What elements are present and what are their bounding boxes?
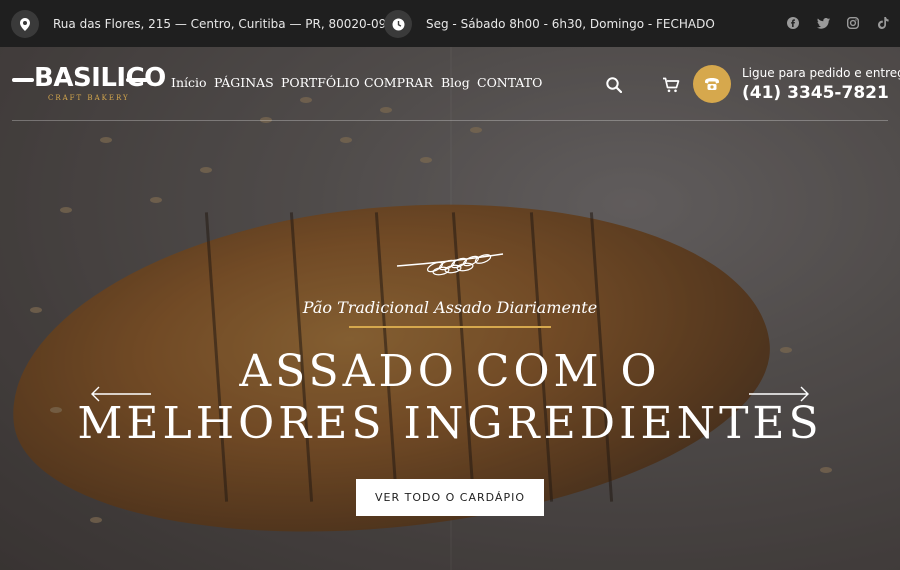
- nav-item-portfolio[interactable]: PORTFÓLIO: [281, 75, 360, 90]
- nav-item-comprar[interactable]: COMPRAR: [364, 75, 433, 90]
- cart-icon[interactable]: [660, 75, 682, 95]
- instagram-icon[interactable]: [845, 15, 861, 31]
- logo[interactable]: BASILICO CRAFT BAKERY: [12, 63, 166, 102]
- slider-prev-arrow-icon[interactable]: [90, 386, 152, 402]
- facebook-icon[interactable]: [785, 15, 801, 31]
- tagline-underline: [349, 326, 551, 328]
- rolling-pin-handle-right: [126, 78, 148, 82]
- address-item: Rua das Flores, 215 — Centro, Curitiba —…: [11, 10, 394, 38]
- twitter-icon[interactable]: [815, 15, 831, 31]
- call-label: Ligue para pedido e entrega: [742, 66, 900, 80]
- call-phone-number[interactable]: (41) 3345-7821: [742, 83, 889, 103]
- clock-icon: [384, 10, 412, 38]
- main-header: BASILICO CRAFT BAKERY Início PÁGINAS POR…: [0, 47, 900, 121]
- top-info-bar: Rua das Flores, 215 — Centro, Curitiba —…: [0, 0, 900, 47]
- wheat-icon: [396, 253, 504, 276]
- location-pin-icon: [11, 10, 39, 38]
- nav-item-blog[interactable]: Blog: [441, 75, 470, 90]
- slider-next-arrow-icon[interactable]: [748, 386, 810, 402]
- phone-icon[interactable]: [693, 65, 731, 103]
- search-icon[interactable]: [604, 75, 624, 95]
- address-text: Rua das Flores, 215 — Centro, Curitiba —…: [53, 17, 394, 31]
- rolling-pin-handle-left: [12, 78, 34, 82]
- nav-item-paginas[interactable]: PÁGINAS: [214, 75, 274, 90]
- tiktok-icon[interactable]: [875, 15, 891, 31]
- nav-item-contato[interactable]: CONTATO: [477, 75, 542, 90]
- hero-headline-line2: MELHORES INGREDIENTES: [77, 398, 823, 449]
- hours-item: Seg - Sábado 8h00 - 6h30, Domingo - FECH…: [384, 10, 715, 38]
- logo-tagline: CRAFT BAKERY: [48, 94, 130, 102]
- view-menu-button[interactable]: VER TODO O CARDÁPIO: [356, 479, 544, 516]
- nav-item-inicio[interactable]: Início: [171, 75, 207, 90]
- header-divider: [12, 120, 888, 121]
- hours-text: Seg - Sábado 8h00 - 6h30, Domingo - FECH…: [426, 17, 715, 31]
- hero-tagline: Pão Tradicional Assado Diariamente: [302, 298, 598, 317]
